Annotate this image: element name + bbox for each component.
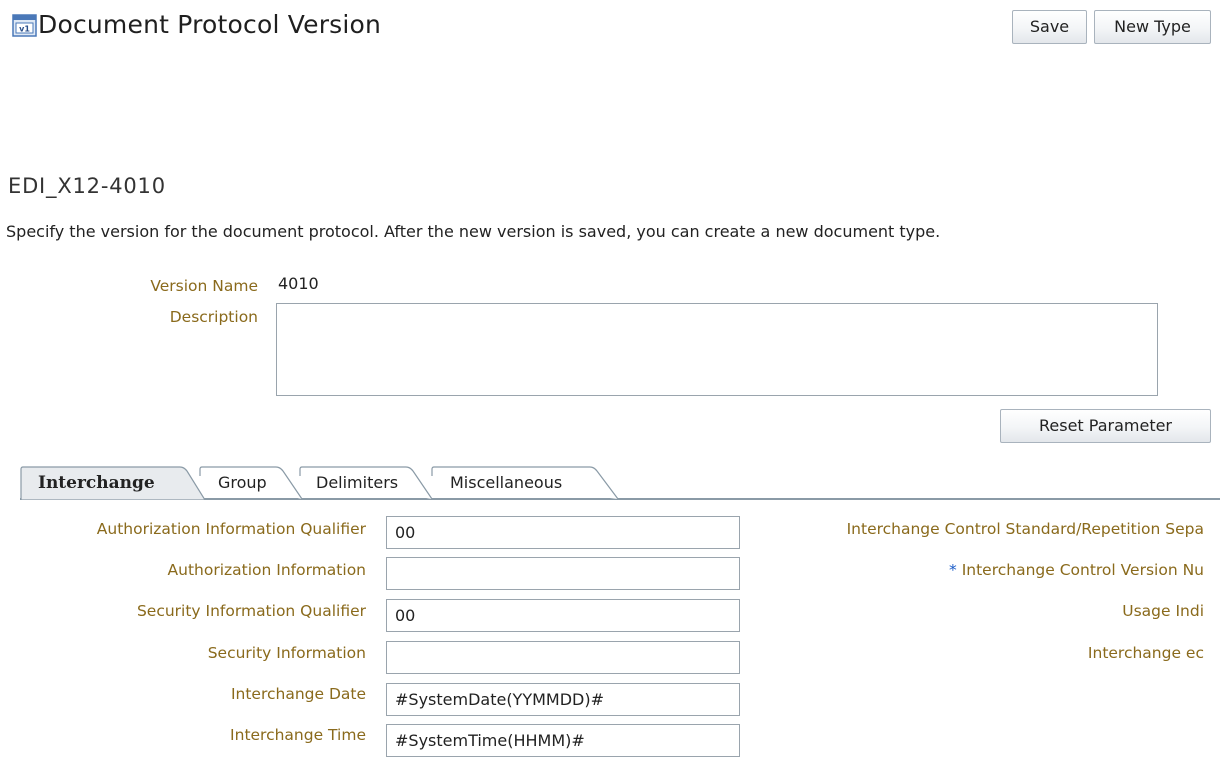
authorization-information-qualifier-input[interactable]: 00 xyxy=(386,516,740,549)
version-name-value: 4010 xyxy=(278,274,319,293)
security-information-label: Security Information xyxy=(207,644,366,662)
interchange-control-version-label-text: Interchange Control Version Nu xyxy=(961,561,1204,579)
document-version-icon: v1 xyxy=(12,14,37,37)
interchange-control-version-label: * Interchange Control Version Nu xyxy=(949,561,1204,579)
tab-interchange[interactable]: Interchange xyxy=(20,466,206,500)
interchange-date-label: Interchange Date xyxy=(230,685,366,703)
reset-parameter-button[interactable]: Reset Parameter xyxy=(1000,409,1211,443)
authorization-information-qualifier-label: Authorization Information Qualifier xyxy=(96,520,366,538)
tab-group-label: Group xyxy=(218,473,267,492)
required-marker: * xyxy=(949,561,957,579)
security-information-qualifier-input[interactable]: 00 xyxy=(386,599,740,632)
authorization-information-input[interactable] xyxy=(386,557,740,590)
tab-miscellaneous[interactable]: Miscellaneous xyxy=(430,466,620,500)
interchange-time-label: Interchange Time xyxy=(230,726,366,744)
tab-delimiters-label: Delimiters xyxy=(316,473,399,492)
new-type-button[interactable]: New Type xyxy=(1094,10,1211,44)
interchange-date-input[interactable]: #SystemDate(YYMMDD)# xyxy=(386,683,740,716)
tab-group[interactable]: Group xyxy=(198,466,304,500)
page-title: Document Protocol Version xyxy=(38,10,382,39)
instructions-text: Specify the version for the document pro… xyxy=(6,222,941,241)
description-label: Description xyxy=(169,308,258,326)
interchange-control-standard-label: Interchange Control Standard/Repetition … xyxy=(846,520,1204,538)
interchange-time-input[interactable]: #SystemTime(HHMM)# xyxy=(386,724,740,757)
tab-delimiters[interactable]: Delimiters xyxy=(298,466,434,500)
authorization-information-label: Authorization Information xyxy=(167,561,366,579)
version-name-label: Version Name xyxy=(150,277,258,295)
security-information-qualifier-label: Security Information Qualifier xyxy=(136,602,366,620)
interchange-ec-label: Interchange ec xyxy=(1087,644,1204,662)
tab-miscellaneous-label: Miscellaneous xyxy=(450,473,563,492)
svg-text:v1: v1 xyxy=(19,25,30,34)
usage-indicator-label: Usage Indi xyxy=(1122,602,1204,620)
save-button[interactable]: Save xyxy=(1012,10,1087,44)
security-information-input[interactable] xyxy=(386,641,740,674)
section-title: EDI_X12-4010 xyxy=(8,174,166,198)
description-textarea[interactable] xyxy=(276,303,1158,396)
tab-interchange-label: Interchange xyxy=(38,473,155,493)
